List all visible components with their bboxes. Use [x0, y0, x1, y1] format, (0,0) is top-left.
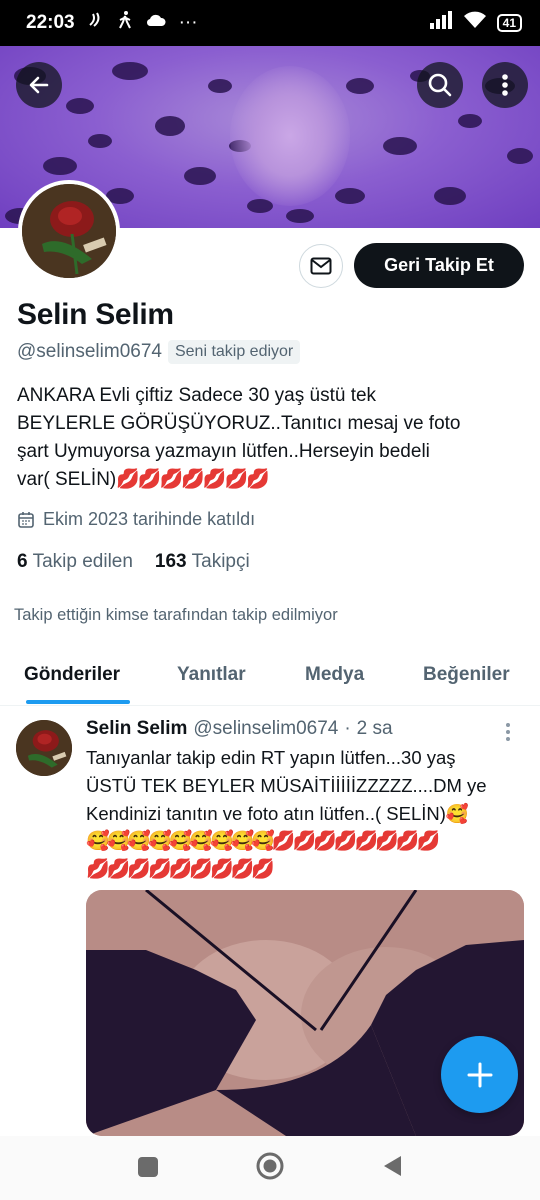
tweet-author-name[interactable]: Selin Selim	[86, 718, 187, 740]
banner-photo-center	[230, 66, 350, 206]
more-options-button[interactable]	[482, 62, 528, 108]
tweet-author-handle[interactable]: @selinselim0674	[193, 718, 338, 740]
joined-date: Ekim 2023 tarihinde katıldı	[17, 509, 255, 530]
back-nav-button[interactable]	[381, 1154, 403, 1183]
compose-button[interactable]	[441, 1036, 518, 1113]
tweet-text-line: ÜSTÜ TEK BEYLER MÜSAİTİİİİİZZZZZ....DM y…	[86, 775, 487, 796]
tab-likes[interactable]: Beğeniler	[423, 664, 510, 686]
follow-stats: 6 Takip edilen 163 Takipçi	[17, 551, 250, 573]
tab-posts[interactable]: Gönderiler	[24, 664, 120, 686]
tweet-emojis: 🥰🥰🥰🥰🥰🥰🥰🥰🥰💋💋💋💋💋💋💋💋 💋💋💋💋💋💋💋💋💋	[86, 828, 526, 884]
bio-line: var( SELİN)	[17, 469, 117, 490]
status-time: 22:03	[26, 12, 75, 33]
recents-button[interactable]	[137, 1156, 159, 1183]
profile-avatar[interactable]	[18, 180, 120, 282]
tweet-emoji-line: 💋💋💋💋💋💋💋💋💋	[86, 859, 275, 880]
user-handle: @selinselim0674	[17, 341, 162, 362]
status-more: ···	[178, 12, 198, 33]
triangle-back-icon	[384, 1156, 401, 1176]
search-button[interactable]	[417, 62, 463, 108]
active-tab-indicator	[26, 700, 130, 704]
arrow-left-icon	[29, 76, 49, 94]
joined-text: Ekim 2023 tarihinde katıldı	[43, 509, 256, 529]
profile-tabs: Gönderiler Yanıtlar Medya Beğeniler	[0, 650, 540, 706]
message-button[interactable]	[299, 244, 343, 288]
tweet-timestamp[interactable]: 2 sa	[357, 718, 393, 740]
home-button[interactable]	[256, 1152, 284, 1185]
walking-icon	[117, 10, 133, 36]
search-icon	[428, 73, 452, 97]
circle-icon	[256, 1152, 284, 1180]
followers-label: Takipçi	[191, 551, 250, 572]
wifi-icon	[463, 11, 487, 35]
display-name: Selin Selim	[17, 298, 174, 331]
tweet-avatar[interactable]	[16, 720, 72, 776]
follows-you-badge: Seni takip ediyor	[167, 340, 301, 364]
tweet-header: Selin Selim @selinselim0674 · 2 sa	[86, 718, 393, 740]
nfc-icon	[87, 11, 105, 35]
status-bar: 22:03 ··· 41	[0, 0, 540, 46]
bio-line-last: var( SELİN)💋💋💋💋💋💋💋	[17, 466, 517, 494]
followers-count: 163	[154, 551, 187, 572]
calendar-icon	[18, 511, 34, 528]
tweet-separator: ·	[344, 718, 351, 739]
more-vertical-icon	[502, 74, 508, 96]
bio-emojis: 💋💋💋💋💋💋💋	[116, 469, 270, 490]
handle-row: @selinselim0674 Seni takip ediyor	[17, 340, 301, 364]
more-vertical-icon	[506, 723, 510, 741]
tab-replies[interactable]: Yanıtlar	[177, 664, 246, 686]
not-followed-note: Takip ettiğin kimse tarafından takip edi…	[14, 606, 338, 624]
plus-icon	[467, 1062, 492, 1087]
battery-indicator: 41	[496, 14, 522, 32]
cloud-icon	[145, 12, 167, 34]
tweet-text-line: Kendinizi tanıtın ve foto atın lütfen..(…	[86, 803, 469, 824]
tweet-text-line: Tanıyanlar takip edin RT yapın lütfen...…	[86, 747, 456, 768]
bio-line: ANKARA Evli çiftiz Sadece 30 yaş üstü te…	[17, 385, 377, 406]
rose-photo	[16, 720, 72, 776]
envelope-icon	[310, 257, 332, 275]
bio-line: şart Uymuyorsa yazmayın lütfen..Herseyin…	[17, 441, 430, 462]
system-nav-bar	[0, 1136, 540, 1200]
following-count: 6	[17, 551, 28, 572]
square-icon	[138, 1157, 158, 1177]
bio-line: BEYLERLE GÖRÜŞÜYORUZ..Tanıtıcı mesaj ve …	[17, 413, 461, 434]
tab-media[interactable]: Medya	[305, 664, 364, 686]
profile-bio: ANKARA Evli çiftiz Sadece 30 yaş üstü te…	[17, 382, 517, 494]
tweet-emoji-line: 🥰🥰🥰🥰🥰🥰🥰🥰🥰💋💋💋💋💋💋💋💋	[86, 831, 440, 852]
back-button[interactable]	[16, 62, 62, 108]
rose-photo	[22, 184, 116, 278]
following-label: Takip edilen	[32, 551, 133, 572]
following-link[interactable]: 6 Takip edilen	[17, 551, 133, 573]
tweet-text: Tanıyanlar takip edin RT yapın lütfen...…	[86, 744, 526, 828]
signal-icon	[429, 11, 453, 35]
followers-link[interactable]: 163 Takipçi	[155, 551, 250, 573]
follow-back-button[interactable]: Geri Takip Et	[354, 243, 524, 288]
